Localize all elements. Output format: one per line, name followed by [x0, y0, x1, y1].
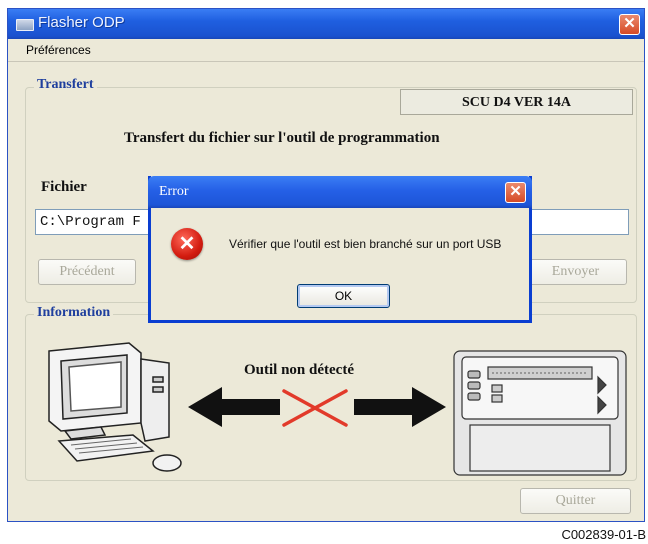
window-title: Flasher ODP	[38, 14, 125, 31]
dialog-title-bar[interactable]: Error ✕	[148, 176, 532, 208]
menu-item-preferences[interactable]: Préférences	[26, 43, 91, 57]
transfer-group-label: Transfert	[34, 77, 97, 93]
information-group-label: Information	[34, 305, 114, 321]
title-bar[interactable]: Flasher ODP ✕	[8, 9, 644, 39]
tool-status: Outil non détecté	[244, 362, 354, 378]
dialog-title: Error	[159, 184, 189, 199]
programming-tool-illustration	[453, 350, 627, 476]
main-window: Flasher ODP ✕ Préférences Transfert SCU …	[7, 8, 645, 522]
figure-caption: C002839-01-B	[561, 527, 646, 542]
quit-button[interactable]: Quitter	[520, 488, 631, 514]
file-label: Fichier	[41, 179, 87, 195]
app-icon	[16, 19, 34, 31]
error-dialog: Error ✕ ✕ Vérifier que l'outil est bien …	[148, 176, 532, 323]
dialog-close-button[interactable]: ✕	[505, 182, 526, 203]
menu-bar: Préférences	[8, 39, 644, 62]
close-button[interactable]: ✕	[619, 14, 640, 35]
computer-illustration	[48, 342, 182, 472]
error-icon: ✕	[171, 228, 203, 260]
ok-button[interactable]: OK	[297, 284, 390, 308]
version-display: SCU D4 VER 14A	[400, 89, 633, 115]
dialog-message: Vérifier que l'outil est bien branché su…	[229, 237, 502, 251]
send-button[interactable]: Envoyer	[524, 259, 627, 285]
disconnected-cross-icon	[282, 389, 348, 427]
transfer-instruction: Transfert du fichier sur l'outil de prog…	[124, 130, 440, 146]
previous-button[interactable]: Précédent	[38, 259, 136, 285]
